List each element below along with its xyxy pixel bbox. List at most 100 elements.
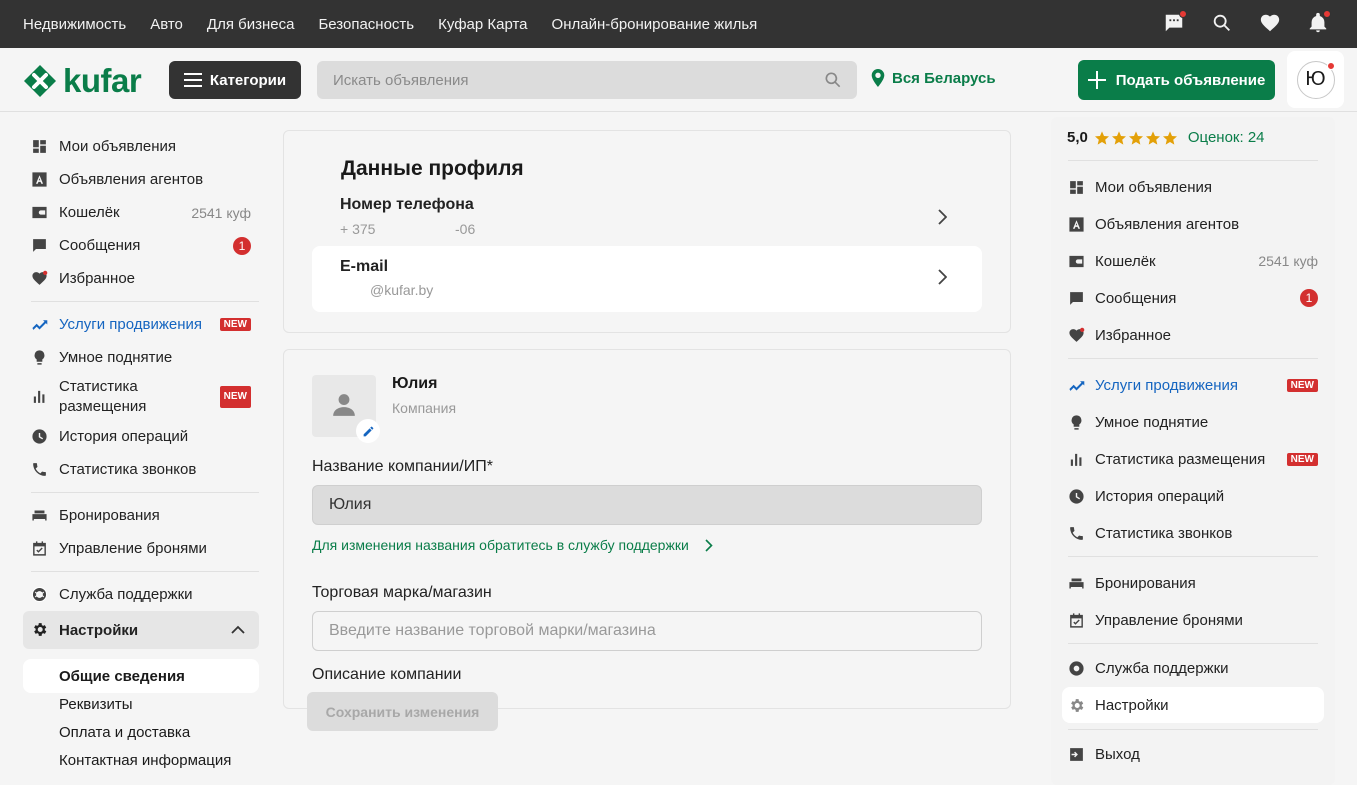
support-link[interactable]: Для изменения названия обратитесь в служ… xyxy=(312,537,713,553)
email-value: @kufar.by xyxy=(370,282,434,298)
phone-prefix: + 375 xyxy=(340,221,376,237)
sidebar-item-smart-boost[interactable]: Умное поднятие xyxy=(23,341,259,374)
calendar-check-icon xyxy=(1068,612,1085,629)
sidebar-item-agent-ads[interactable]: Объявления агентов xyxy=(23,163,259,196)
post-ad-button[interactable]: Подать объявление xyxy=(1078,60,1275,100)
sidebar-item-promotion[interactable]: Услуги продвижения NEW xyxy=(23,308,259,341)
sidebar-item-label: Сообщения xyxy=(59,237,141,254)
rating-value: 5,0 xyxy=(1067,129,1088,146)
topnav-map[interactable]: Куфар Карта xyxy=(438,16,527,33)
menu-item-favorites[interactable]: Избранное xyxy=(1062,317,1324,353)
divider xyxy=(31,492,259,493)
menu-item-label: Бронирования xyxy=(1095,574,1196,592)
calendar-check-icon xyxy=(31,540,48,557)
reviews-count[interactable]: Оценок: 24 xyxy=(1188,129,1265,146)
menu-item-manage-bookings[interactable]: Управление бронями xyxy=(1062,602,1324,638)
divider xyxy=(1068,643,1318,644)
rating-stars xyxy=(1094,130,1178,146)
sidebar-item-wallet[interactable]: Кошелёк 2541 куф xyxy=(23,196,259,229)
company-avatar[interactable] xyxy=(312,375,380,443)
categories-button[interactable]: Категории xyxy=(169,61,301,99)
region-label: Вся Беларусь xyxy=(892,69,996,87)
location-pin-icon xyxy=(871,69,885,87)
saved-search-icon[interactable] xyxy=(1211,12,1233,34)
topnav-booking[interactable]: Онлайн-бронирование жилья xyxy=(552,16,758,33)
message-icon xyxy=(1068,290,1085,307)
menu-item-messages[interactable]: Сообщения 1 xyxy=(1062,280,1324,316)
new-badge: NEW xyxy=(1286,378,1318,392)
sidebar-item-label: История операций xyxy=(59,428,189,445)
search-icon[interactable] xyxy=(823,70,843,90)
menu-item-label: Мои объявления xyxy=(1095,178,1212,196)
favorites-heart-icon[interactable] xyxy=(1259,12,1281,34)
menu-item-label: Статистика звонков xyxy=(1095,524,1233,542)
menu-item-placement-stats[interactable]: Статистика размещения NEW xyxy=(1062,441,1324,477)
edit-avatar-button[interactable] xyxy=(356,419,380,443)
star-icon xyxy=(1145,130,1160,145)
page-title: Данные профиля xyxy=(341,157,524,180)
menu-item-agent-ads[interactable]: Объявления агентов xyxy=(1062,206,1324,242)
kufar-logo[interactable]: kufar xyxy=(23,62,142,100)
sidebar-item-messages[interactable]: Сообщения 1 xyxy=(23,229,259,262)
phone-suffix: -06 xyxy=(455,221,476,237)
sidebar-item-label: Управление бронями xyxy=(59,540,207,557)
new-badge: NEW xyxy=(219,386,251,408)
profile-menu-button[interactable]: Ю xyxy=(1287,51,1344,108)
menu-item-wallet[interactable]: Кошелёк 2541 куф xyxy=(1062,243,1324,279)
submenu-item-payment-delivery[interactable]: Оплата и доставка xyxy=(59,724,190,741)
company-type: Компания xyxy=(392,400,457,416)
notification-dot xyxy=(1179,10,1187,18)
region-selector[interactable]: Вся Беларусь xyxy=(870,69,996,87)
email-row[interactable]: E-mail @kufar.by xyxy=(312,246,982,312)
menu-item-bookings[interactable]: Бронирования xyxy=(1062,565,1324,601)
menu-item-logout[interactable]: Выход xyxy=(1062,736,1324,772)
save-changes-button[interactable]: Сохранить изменения xyxy=(307,692,498,731)
phone-row[interactable]: Номер телефона + 375 -06 xyxy=(340,196,960,240)
sidebar-item-my-ads[interactable]: Мои объявления xyxy=(23,130,259,163)
bed-icon xyxy=(31,507,48,524)
menu-item-label: Управление бронями xyxy=(1095,611,1243,629)
menu-item-operations-history[interactable]: История операций xyxy=(1062,478,1324,514)
bed-icon xyxy=(1068,575,1085,592)
agent-ads-icon xyxy=(1068,216,1085,233)
menu-item-call-stats[interactable]: Статистика звонков xyxy=(1062,515,1324,551)
notification-dot xyxy=(1326,61,1335,70)
wallet-balance: 2541 куф xyxy=(1258,253,1318,269)
divider xyxy=(1068,160,1318,161)
submenu-item-requisites[interactable]: Реквизиты xyxy=(59,696,133,713)
sidebar-item-settings[interactable]: Настройки xyxy=(23,611,259,649)
topnav-auto[interactable]: Авто xyxy=(150,16,183,33)
sidebar-item-placement-stats[interactable]: Статистика размещения NEW xyxy=(23,374,259,420)
phone-label: Номер телефона xyxy=(340,196,474,213)
phone-icon xyxy=(31,461,48,478)
submenu-item-contact-info[interactable]: Контактная информация xyxy=(59,752,231,769)
menu-item-support[interactable]: Служба поддержки xyxy=(1062,650,1324,686)
menu-item-settings[interactable]: Настройки xyxy=(1062,687,1324,723)
star-icon xyxy=(1094,130,1109,145)
submenu-item-general-active[interactable]: Общие сведения xyxy=(23,659,259,693)
brand-label: Торговая марка/магазин xyxy=(312,584,492,601)
menu-item-promotion[interactable]: Услуги продвижения NEW xyxy=(1062,367,1324,403)
chat-icon[interactable] xyxy=(1163,10,1187,34)
chevron-right-icon xyxy=(705,538,713,552)
agent-ads-icon xyxy=(31,171,48,188)
sidebar-item-bookings[interactable]: Бронирования xyxy=(23,499,259,532)
main-header: kufar Категории Искать объявления Вся Бе… xyxy=(0,48,1357,112)
sidebar-item-support[interactable]: Служба поддержки xyxy=(23,578,259,611)
topnav-realty[interactable]: Недвижимость xyxy=(23,16,126,33)
topnav-business[interactable]: Для бизнеса xyxy=(207,16,295,33)
menu-item-label: Служба поддержки xyxy=(1095,659,1229,677)
sidebar-item-favorites[interactable]: Избранное xyxy=(23,262,259,295)
menu-item-my-ads[interactable]: Мои объявления xyxy=(1062,169,1324,205)
sidebar-item-manage-bookings[interactable]: Управление бронями xyxy=(23,532,259,565)
brand-input[interactable]: Введите название торговой марки/магазина xyxy=(312,611,982,651)
chevron-up-icon[interactable] xyxy=(231,625,245,634)
search-input[interactable]: Искать объявления xyxy=(317,61,857,99)
sidebar-item-call-stats[interactable]: Статистика звонков xyxy=(23,453,259,486)
menu-item-smart-boost[interactable]: Умное поднятие xyxy=(1062,404,1324,440)
message-icon xyxy=(31,237,48,254)
brand-placeholder: Введите название торговой марки/магазина xyxy=(329,622,656,639)
sidebar-item-operations-history[interactable]: История операций xyxy=(23,420,259,453)
topnav-security[interactable]: Безопасность xyxy=(318,16,414,33)
bell-icon[interactable] xyxy=(1307,10,1331,34)
